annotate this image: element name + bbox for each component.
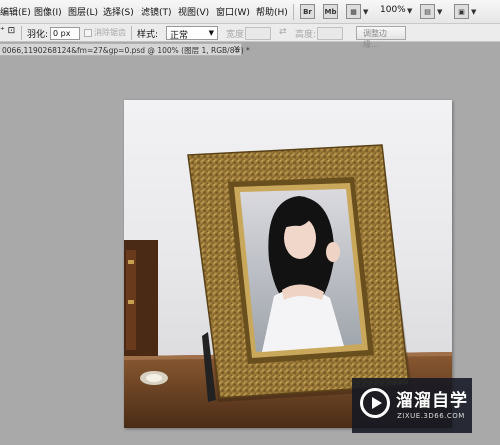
menu-image[interactable]: 图像(I)	[34, 5, 62, 18]
screen-mode-button[interactable]: ▣ ▼	[454, 3, 476, 20]
menu-filter[interactable]: 滤镜(T)	[141, 5, 172, 18]
arrange-documents-button[interactable]: ▤ ▼	[420, 3, 442, 20]
options-separator	[131, 26, 132, 40]
width-input[interactable]	[245, 27, 271, 40]
height-input[interactable]	[317, 27, 343, 40]
menu-layer[interactable]: 图层(L)	[68, 5, 98, 18]
document-tab-title: 0066,1190268124&fm=27&gp=0.psd @ 100% (图…	[2, 46, 250, 55]
swap-icon[interactable]: ⇄	[279, 27, 287, 37]
style-label: 样式:	[137, 30, 159, 40]
antialias-checkbox[interactable]	[84, 29, 92, 37]
screen-mode-icon: ▣	[454, 4, 469, 19]
watermark-url: ZIXUE.3D66.COM	[397, 412, 465, 420]
height-label: 高度:	[295, 30, 317, 40]
selection-mode-icon[interactable]: ⁺ ⊡	[0, 26, 15, 36]
extras-grid-icon: ▦	[346, 4, 361, 19]
mini-bridge-button[interactable]: Mb	[323, 3, 338, 20]
bridge-icon: Br	[300, 4, 315, 19]
chevron-down-icon: ▼	[471, 7, 477, 16]
style-select-value: 正常	[170, 31, 189, 41]
options-separator	[21, 26, 22, 40]
chevron-down-icon: ▼	[363, 7, 369, 16]
menu-select[interactable]: 选择(S)	[103, 5, 134, 18]
extras-button[interactable]: ▦ ▼	[346, 3, 368, 20]
menu-bar: 编辑(E) 图像(I) 图层(L) 选择(S) 滤镜(T) 视图(V) 窗口(W…	[0, 0, 500, 24]
arrange-icon: ▤	[420, 4, 435, 19]
menu-view[interactable]: 视图(V)	[178, 5, 209, 18]
chevron-down-icon: ▼	[437, 7, 443, 16]
zoom-level[interactable]: 100%	[380, 5, 406, 15]
refine-edge-button[interactable]: 调整边缘...	[356, 26, 406, 49]
mini-bridge-icon: Mb	[323, 4, 338, 19]
style-select[interactable]: 正常 ▼	[166, 26, 218, 41]
watermark-brand: 溜溜自学	[396, 391, 468, 411]
chevron-down-icon: ▼	[208, 29, 214, 37]
close-icon[interactable]: ×	[232, 44, 241, 55]
menu-help[interactable]: 帮助(H)	[256, 5, 288, 18]
width-label: 宽度:	[226, 30, 248, 40]
menubar-separator	[293, 4, 294, 20]
antialias-label: 消除锯齿	[94, 28, 126, 37]
play-logo-icon	[360, 388, 390, 418]
bridge-button[interactable]: Br	[300, 3, 315, 20]
document-tab[interactable]: 0066,1190268124&fm=27&gp=0.psd @ 100% (图…	[0, 43, 250, 56]
options-bar: ⁺ ⊡ 羽化: 0 px 消除锯齿 样式: 正常 ▼ 宽度: ⇄ 高度: 调整边…	[0, 24, 500, 49]
menu-edit[interactable]: 编辑(E)	[0, 5, 31, 18]
feather-label: 羽化:	[27, 30, 49, 40]
menu-window[interactable]: 窗口(W)	[216, 5, 250, 18]
zoom-chevron-down-icon[interactable]: ▼	[407, 7, 412, 15]
watermark: 溜溜自学 ZIXUE.3D66.COM	[352, 378, 472, 433]
feather-input[interactable]: 0 px	[50, 27, 80, 40]
